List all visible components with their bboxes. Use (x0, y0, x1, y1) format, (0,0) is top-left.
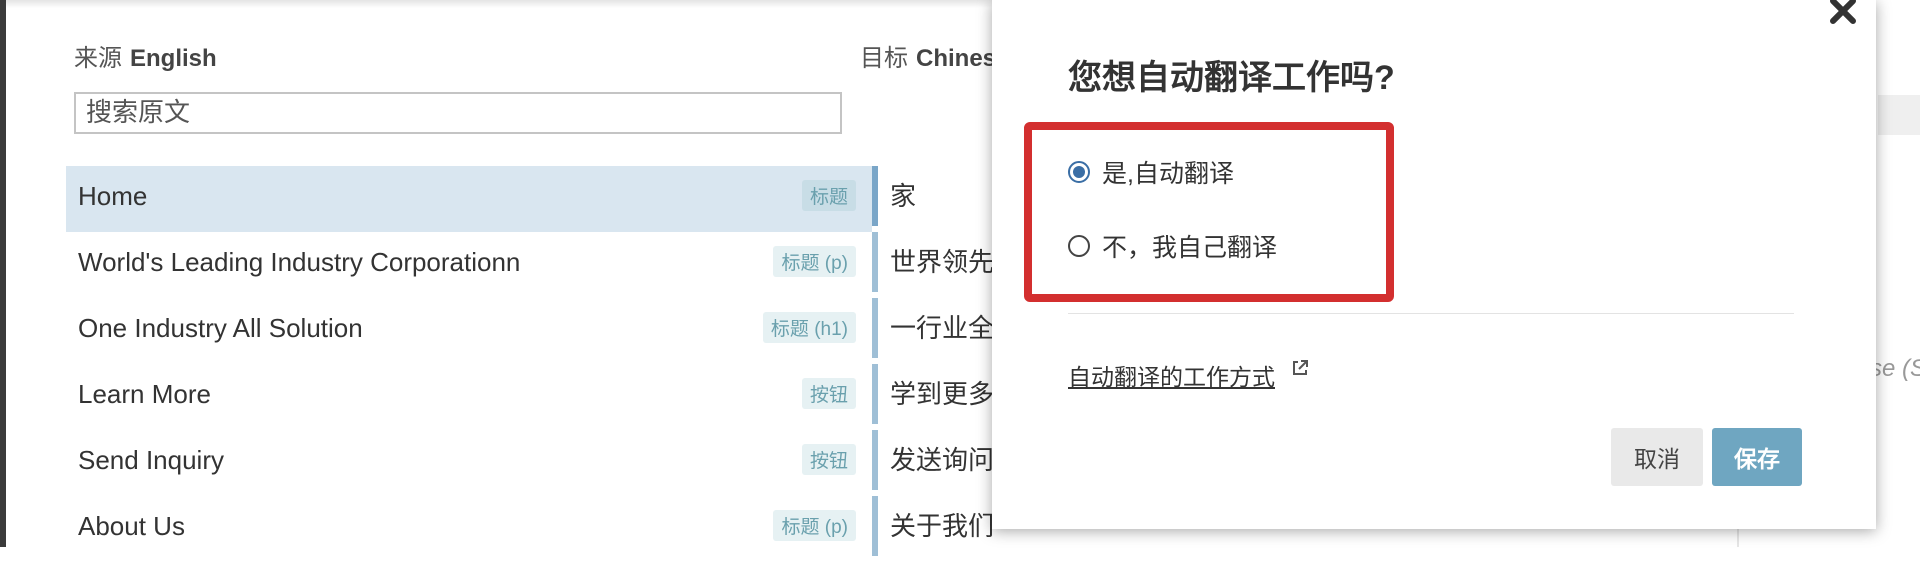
option-label: 不，我自己翻译 (1102, 234, 1278, 262)
option-manual-translate[interactable]: 不，我自己翻译 (1068, 228, 1277, 264)
row-type-badge: 标题 (801, 180, 856, 211)
string-row-home[interactable]: Home 标题 家 (66, 166, 916, 232)
row-translation[interactable]: 发送询问 (872, 430, 992, 490)
top-shadow (6, 0, 1006, 8)
target-language: Chines (916, 45, 997, 72)
highlight-annotation-box (1024, 122, 1394, 302)
string-row[interactable]: World's Leading Industry Corporationn 标题… (66, 232, 992, 298)
target-language-label: 目标 Chines (860, 38, 996, 73)
source-language: English (130, 45, 217, 72)
string-row[interactable]: Send Inquiry 按钮 发送询问 (66, 430, 992, 496)
string-list: Home 标题 家 World's Leading Industry Corpo… (66, 166, 992, 562)
row-type-badge: 按钮 (801, 378, 856, 409)
background-panel-text: se (S (1870, 355, 1920, 382)
radio-manual-translate[interactable] (1068, 235, 1090, 257)
background-panel-bar (1878, 95, 1920, 135)
row-source-text: One Industry All Solution (78, 313, 363, 343)
row-translation[interactable]: 家 (872, 166, 992, 226)
row-type-badge: 按钮 (801, 444, 856, 475)
row-source-text: About Us (78, 511, 185, 541)
close-icon[interactable] (1826, 0, 1860, 28)
row-translation[interactable]: 关于我们 (872, 496, 992, 556)
search-source-input[interactable] (74, 92, 842, 134)
row-source-text: World's Leading Industry Corporationn (78, 247, 521, 277)
row-translation[interactable]: 一行业全 (872, 298, 992, 358)
save-button[interactable]: 保存 (1712, 428, 1802, 486)
dialog-divider (1068, 313, 1794, 314)
row-source-text: Send Inquiry (78, 445, 224, 475)
external-link-icon[interactable] (1290, 358, 1310, 378)
auto-translate-dialog: 您想自动翻译工作吗? 是,自动翻译 不，我自己翻译 自动翻译的工作方式 取消 保… (992, 0, 1876, 529)
target-prefix: 目标 (860, 45, 908, 72)
source-language-label: 来源 English (74, 38, 217, 73)
row-translation[interactable]: 世界领先 (872, 232, 992, 292)
option-auto-translate[interactable]: 是,自动翻译 (1068, 154, 1234, 190)
string-row[interactable]: About Us 标题 (p) 关于我们 (66, 496, 992, 562)
string-row[interactable]: One Industry All Solution 标题 (h1) 一行业全 (66, 298, 992, 364)
row-source-text: Learn More (78, 379, 211, 409)
row-translation[interactable]: 学到更多 (872, 364, 992, 424)
source-prefix: 来源 (74, 45, 122, 72)
string-row[interactable]: Learn More 按钮 学到更多 (66, 364, 992, 430)
option-label: 是,自动翻译 (1102, 160, 1234, 188)
left-edge (0, 0, 6, 547)
radio-auto-translate[interactable] (1068, 161, 1090, 183)
row-type-badge: 标题 (p) (773, 510, 856, 541)
how-auto-translate-works-link[interactable]: 自动翻译的工作方式 (1068, 358, 1275, 392)
row-type-badge: 标题 (p) (773, 246, 856, 277)
row-source-text: Home (78, 181, 148, 211)
row-type-badge: 标题 (h1) (762, 312, 856, 343)
cancel-button[interactable]: 取消 (1611, 428, 1703, 486)
dialog-title: 您想自动翻译工作吗? (1068, 59, 1395, 97)
